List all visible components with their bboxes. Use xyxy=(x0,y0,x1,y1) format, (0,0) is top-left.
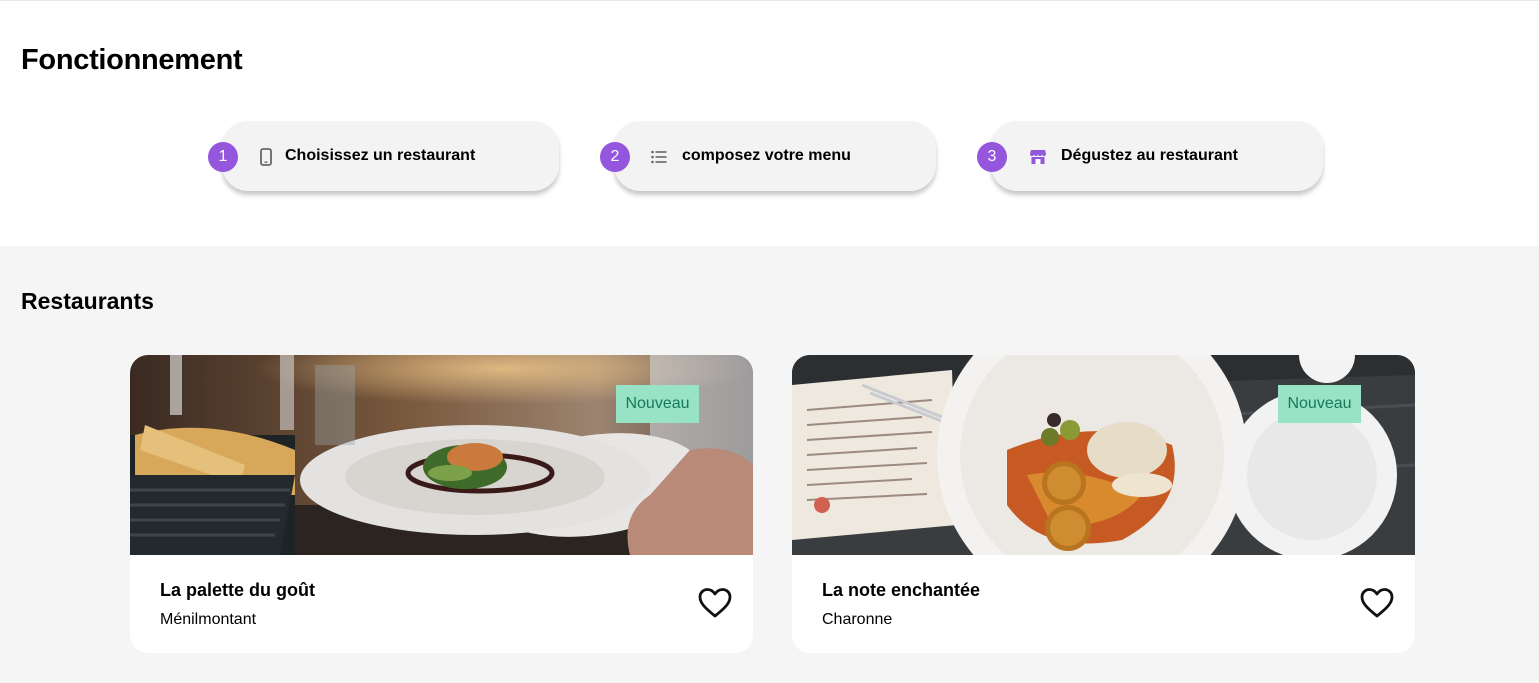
new-badge: Nouveau xyxy=(616,385,699,423)
restaurants-section: Restaurants Nouveau La palette du goût M… xyxy=(0,246,1539,683)
heart-outline-icon[interactable] xyxy=(1359,587,1395,619)
step-3: 3 Dégustez au restaurant xyxy=(977,121,1324,191)
step-label: composez votre menu xyxy=(682,147,851,164)
list-icon xyxy=(650,148,668,166)
section-title: Fonctionnement xyxy=(21,44,243,76)
step-label: Dégustez au restaurant xyxy=(1061,147,1238,164)
smartphone-icon xyxy=(257,148,275,166)
restaurant-area: Charonne xyxy=(822,611,893,628)
section-title: Restaurants xyxy=(21,288,154,314)
heart-outline-icon[interactable] xyxy=(697,587,733,619)
restaurant-card[interactable]: Nouveau La note enchantée Charonne xyxy=(792,355,1415,653)
step-number-badge: 1 xyxy=(208,142,238,172)
step-number-badge: 3 xyxy=(977,142,1007,172)
step-number-badge: 2 xyxy=(600,142,630,172)
how-it-works-section: Fonctionnement 1 Choisissez un restauran… xyxy=(0,1,1539,246)
restaurant-card[interactable]: Nouveau La palette du goût Ménilmontant xyxy=(130,355,753,653)
storefront-icon xyxy=(1029,148,1047,166)
new-badge: Nouveau xyxy=(1278,385,1361,423)
restaurant-area: Ménilmontant xyxy=(160,611,257,628)
step-label: Choisissez un restaurant xyxy=(285,147,476,164)
step-2: 2 composez votre menu xyxy=(600,121,937,191)
restaurant-name: La note enchantée xyxy=(822,580,981,600)
restaurant-name: La palette du goût xyxy=(160,580,315,600)
step-1: 1 Choisissez un restaurant xyxy=(208,121,560,191)
